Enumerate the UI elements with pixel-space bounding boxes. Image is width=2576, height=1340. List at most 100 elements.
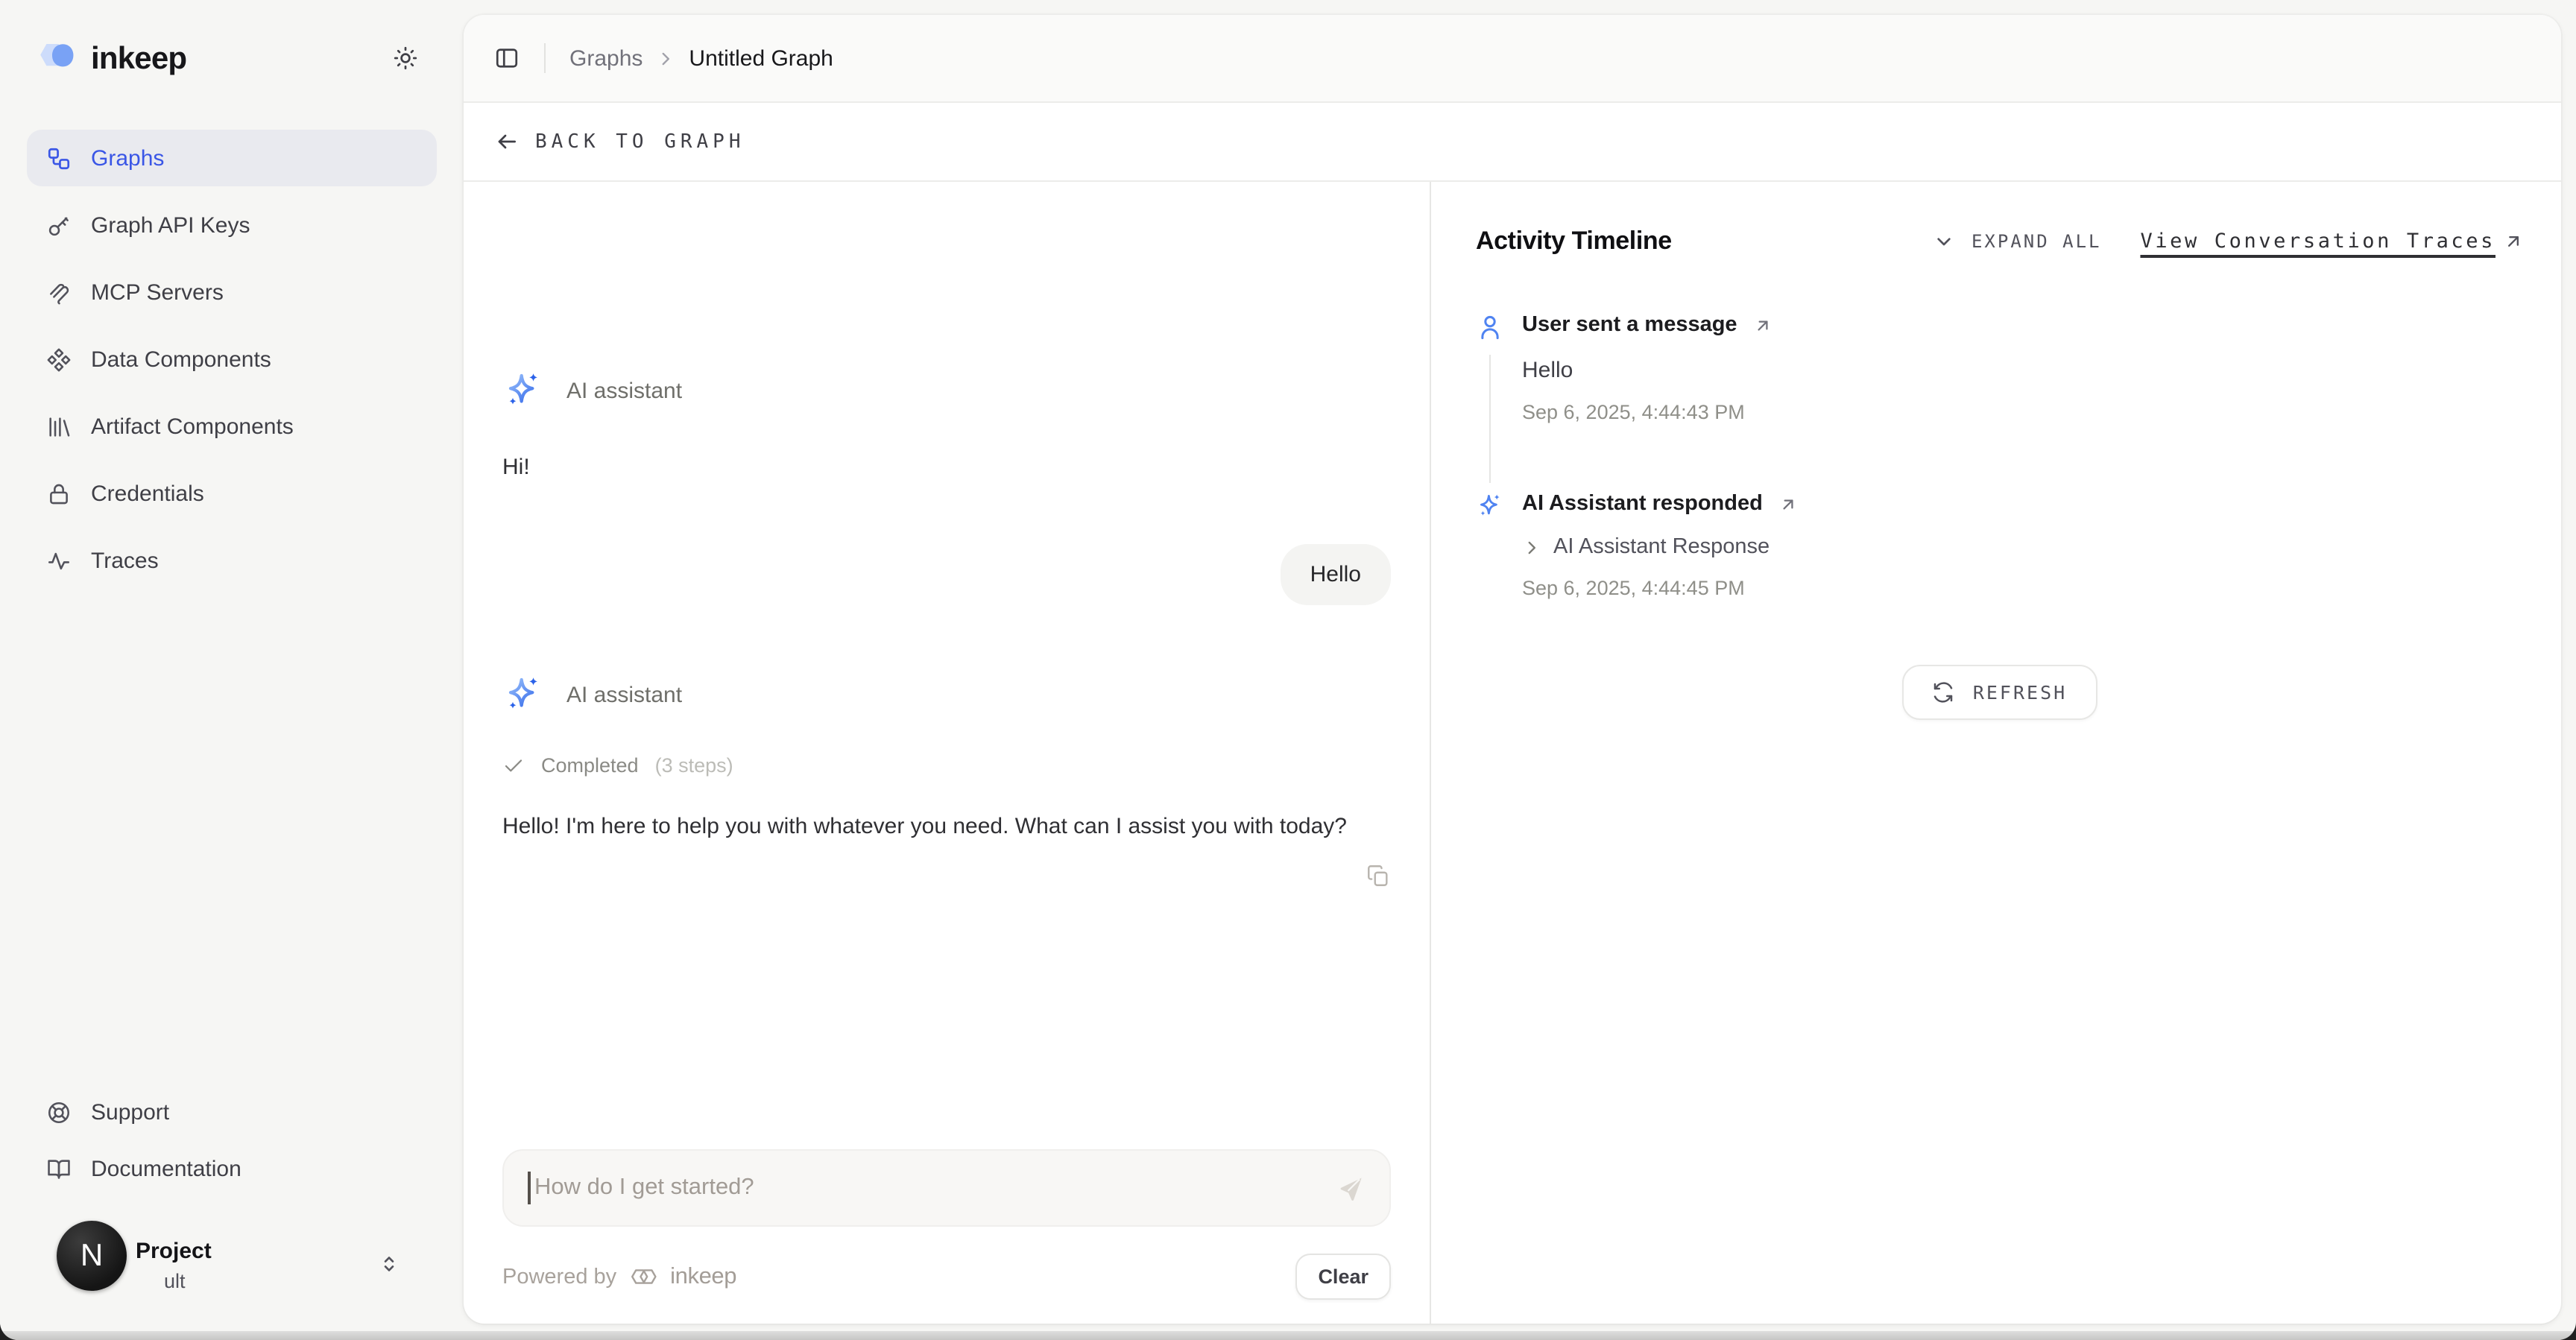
timeline-item-timestamp: Sep 6, 2025, 4:44:43 PM	[1522, 401, 2524, 423]
window-bottom-edge	[0, 1331, 2576, 1340]
sidebar-item-credentials[interactable]: Credentials	[27, 465, 437, 522]
theme-toggle-sun-icon[interactable]	[392, 45, 419, 72]
logo-wordmark: inkeep	[91, 41, 186, 77]
clear-button[interactable]: Clear	[1295, 1254, 1391, 1300]
sidebar: inkeep Graphs	[0, 0, 464, 1331]
assistant-header: AI assistant	[502, 370, 1391, 411]
composer: How do I get started? Powered by	[502, 1149, 1391, 1324]
workflow-icon	[46, 145, 72, 171]
project-subtitle: ult	[164, 1270, 186, 1292]
powered-by-label: Powered by	[502, 1265, 616, 1289]
send-icon[interactable]	[1337, 1174, 1366, 1202]
sidebar-nav: Graphs Graph API Keys MCP Servers	[0, 130, 464, 589]
assistant-response-label: AI Assistant Response	[1553, 535, 1770, 559]
sidebar-item-artifact-components[interactable]: Artifact Components	[27, 398, 437, 455]
sidebar-item-label: Documentation	[91, 1156, 242, 1181]
user-icon	[1476, 313, 1504, 341]
app-window: inkeep Graphs	[0, 0, 2576, 1340]
key-icon	[46, 212, 72, 238]
copy-icon[interactable]	[1366, 862, 1391, 888]
view-conversation-traces-link[interactable]: View Conversation Traces	[2140, 230, 2524, 253]
back-to-graph-button[interactable]: BACK TO GRAPH	[464, 103, 2561, 182]
assistant-label: AI assistant	[566, 378, 682, 403]
sidebar-item-mcp-servers[interactable]: MCP Servers	[27, 264, 437, 320]
refresh-button[interactable]: REFRESH	[1903, 665, 2097, 720]
status-row[interactable]: Completed (3 steps)	[502, 755, 1391, 777]
lock-icon	[46, 481, 72, 506]
chevron-down-icon[interactable]	[1933, 230, 1957, 253]
sparkles-icon	[502, 674, 544, 716]
chat-input-placeholder: How do I get started?	[534, 1175, 1337, 1201]
mcp-icon	[46, 279, 72, 305]
timeline-item-title: User sent a message	[1522, 313, 1737, 337]
sidebar-item-traces[interactable]: Traces	[27, 532, 437, 589]
text-caret	[528, 1172, 530, 1204]
timeline-item-timestamp: Sep 6, 2025, 4:44:45 PM	[1522, 577, 2524, 599]
sidebar-item-support[interactable]: Support	[27, 1084, 437, 1140]
breadcrumb-bar: Graphs Untitled Graph	[464, 15, 2561, 103]
timeline-item-title: AI Assistant responded	[1522, 492, 1763, 516]
sidebar-item-label: Credentials	[91, 481, 204, 506]
project-selector[interactable]: Project ult N	[27, 1230, 437, 1316]
divider	[544, 43, 546, 73]
chat-panel: AI assistant Hi! Hello AI assistant	[464, 182, 1431, 1324]
arrow-up-right-icon[interactable]	[1779, 494, 1799, 513]
timeline-item-body: Hello	[1522, 358, 2524, 383]
project-name: Project	[136, 1239, 212, 1264]
breadcrumb-current: Untitled Graph	[689, 45, 833, 71]
arrow-left-icon	[495, 130, 519, 154]
chevrons-up-down-icon	[377, 1252, 401, 1276]
life-buoy-icon	[46, 1099, 72, 1125]
powered-by-link[interactable]: Powered by inkeep	[502, 1262, 736, 1291]
inkeep-logo-icon	[36, 39, 80, 79]
sidebar-item-graphs[interactable]: Graphs	[27, 130, 437, 186]
chat-input[interactable]: How do I get started?	[502, 1149, 1391, 1227]
back-to-graph-label: BACK TO GRAPH	[535, 130, 745, 153]
inkeep-mini-logo-icon	[627, 1262, 660, 1291]
status-label: Completed	[541, 755, 639, 777]
sidebar-footer: Support Documentation Project ult	[0, 1084, 464, 1316]
arrow-up-right-icon	[2503, 231, 2524, 252]
assistant-label: AI assistant	[566, 683, 682, 708]
assistant-response-toggle[interactable]: AI Assistant Response	[1522, 535, 2524, 559]
timeline-list: User sent a message Hello Sep 6, 2025, 4…	[1476, 313, 2524, 599]
expand-all-button[interactable]: EXPAND ALL	[1972, 231, 2102, 252]
avatar[interactable]: N	[57, 1221, 127, 1291]
component-icon	[46, 347, 72, 372]
composer-footer: Powered by inkeep Clear	[502, 1254, 1391, 1300]
assistant-message: Hi!	[502, 450, 1391, 485]
book-open-icon	[46, 1156, 72, 1181]
brand-name: inkeep	[670, 1263, 736, 1290]
chevron-right-icon	[656, 48, 675, 68]
timeline-item-user: User sent a message Hello Sep 6, 2025, 4…	[1476, 313, 2524, 423]
sidebar-item-data-components[interactable]: Data Components	[27, 331, 437, 388]
logo-row: inkeep	[0, 0, 464, 79]
sidebar-item-graph-api-keys[interactable]: Graph API Keys	[27, 197, 437, 253]
main-panel: Graphs Untitled Graph BACK TO GRAPH	[464, 15, 2561, 1324]
timeline-connector	[1489, 355, 1491, 483]
chevron-right-icon	[1522, 537, 1541, 557]
sidebar-item-label: Artifact Components	[91, 414, 294, 439]
timeline-item-assistant: AI Assistant responded AI Assistant Resp…	[1476, 492, 2524, 599]
sparkles-icon	[502, 370, 544, 411]
arrow-up-right-icon[interactable]	[1754, 315, 1773, 335]
sidebar-item-label: Support	[91, 1099, 169, 1125]
timeline-header: Activity Timeline EXPAND ALL View Conver…	[1476, 227, 2524, 256]
breadcrumb-graphs-link[interactable]: Graphs	[569, 45, 643, 71]
sparkles-icon	[1476, 492, 1504, 520]
check-icon	[502, 755, 525, 777]
sidebar-toggle-icon[interactable]	[493, 45, 520, 72]
sidebar-item-label: Graphs	[91, 145, 164, 171]
sidebar-item-label: Data Components	[91, 347, 271, 372]
sidebar-item-label: MCP Servers	[91, 279, 224, 305]
sidebar-item-documentation[interactable]: Documentation	[27, 1140, 437, 1197]
user-message-bubble: Hello	[1281, 545, 1391, 606]
sidebar-item-label: Graph API Keys	[91, 212, 250, 238]
activity-icon	[46, 548, 72, 573]
refresh-label: REFRESH	[1973, 681, 2067, 704]
traces-link-label: View Conversation Traces	[2140, 230, 2496, 253]
status-steps: (3 steps)	[655, 755, 733, 777]
activity-timeline-panel: Activity Timeline EXPAND ALL View Conver…	[1431, 182, 2561, 1324]
sidebar-item-label: Traces	[91, 548, 159, 573]
avatar-letter: N	[80, 1238, 103, 1274]
